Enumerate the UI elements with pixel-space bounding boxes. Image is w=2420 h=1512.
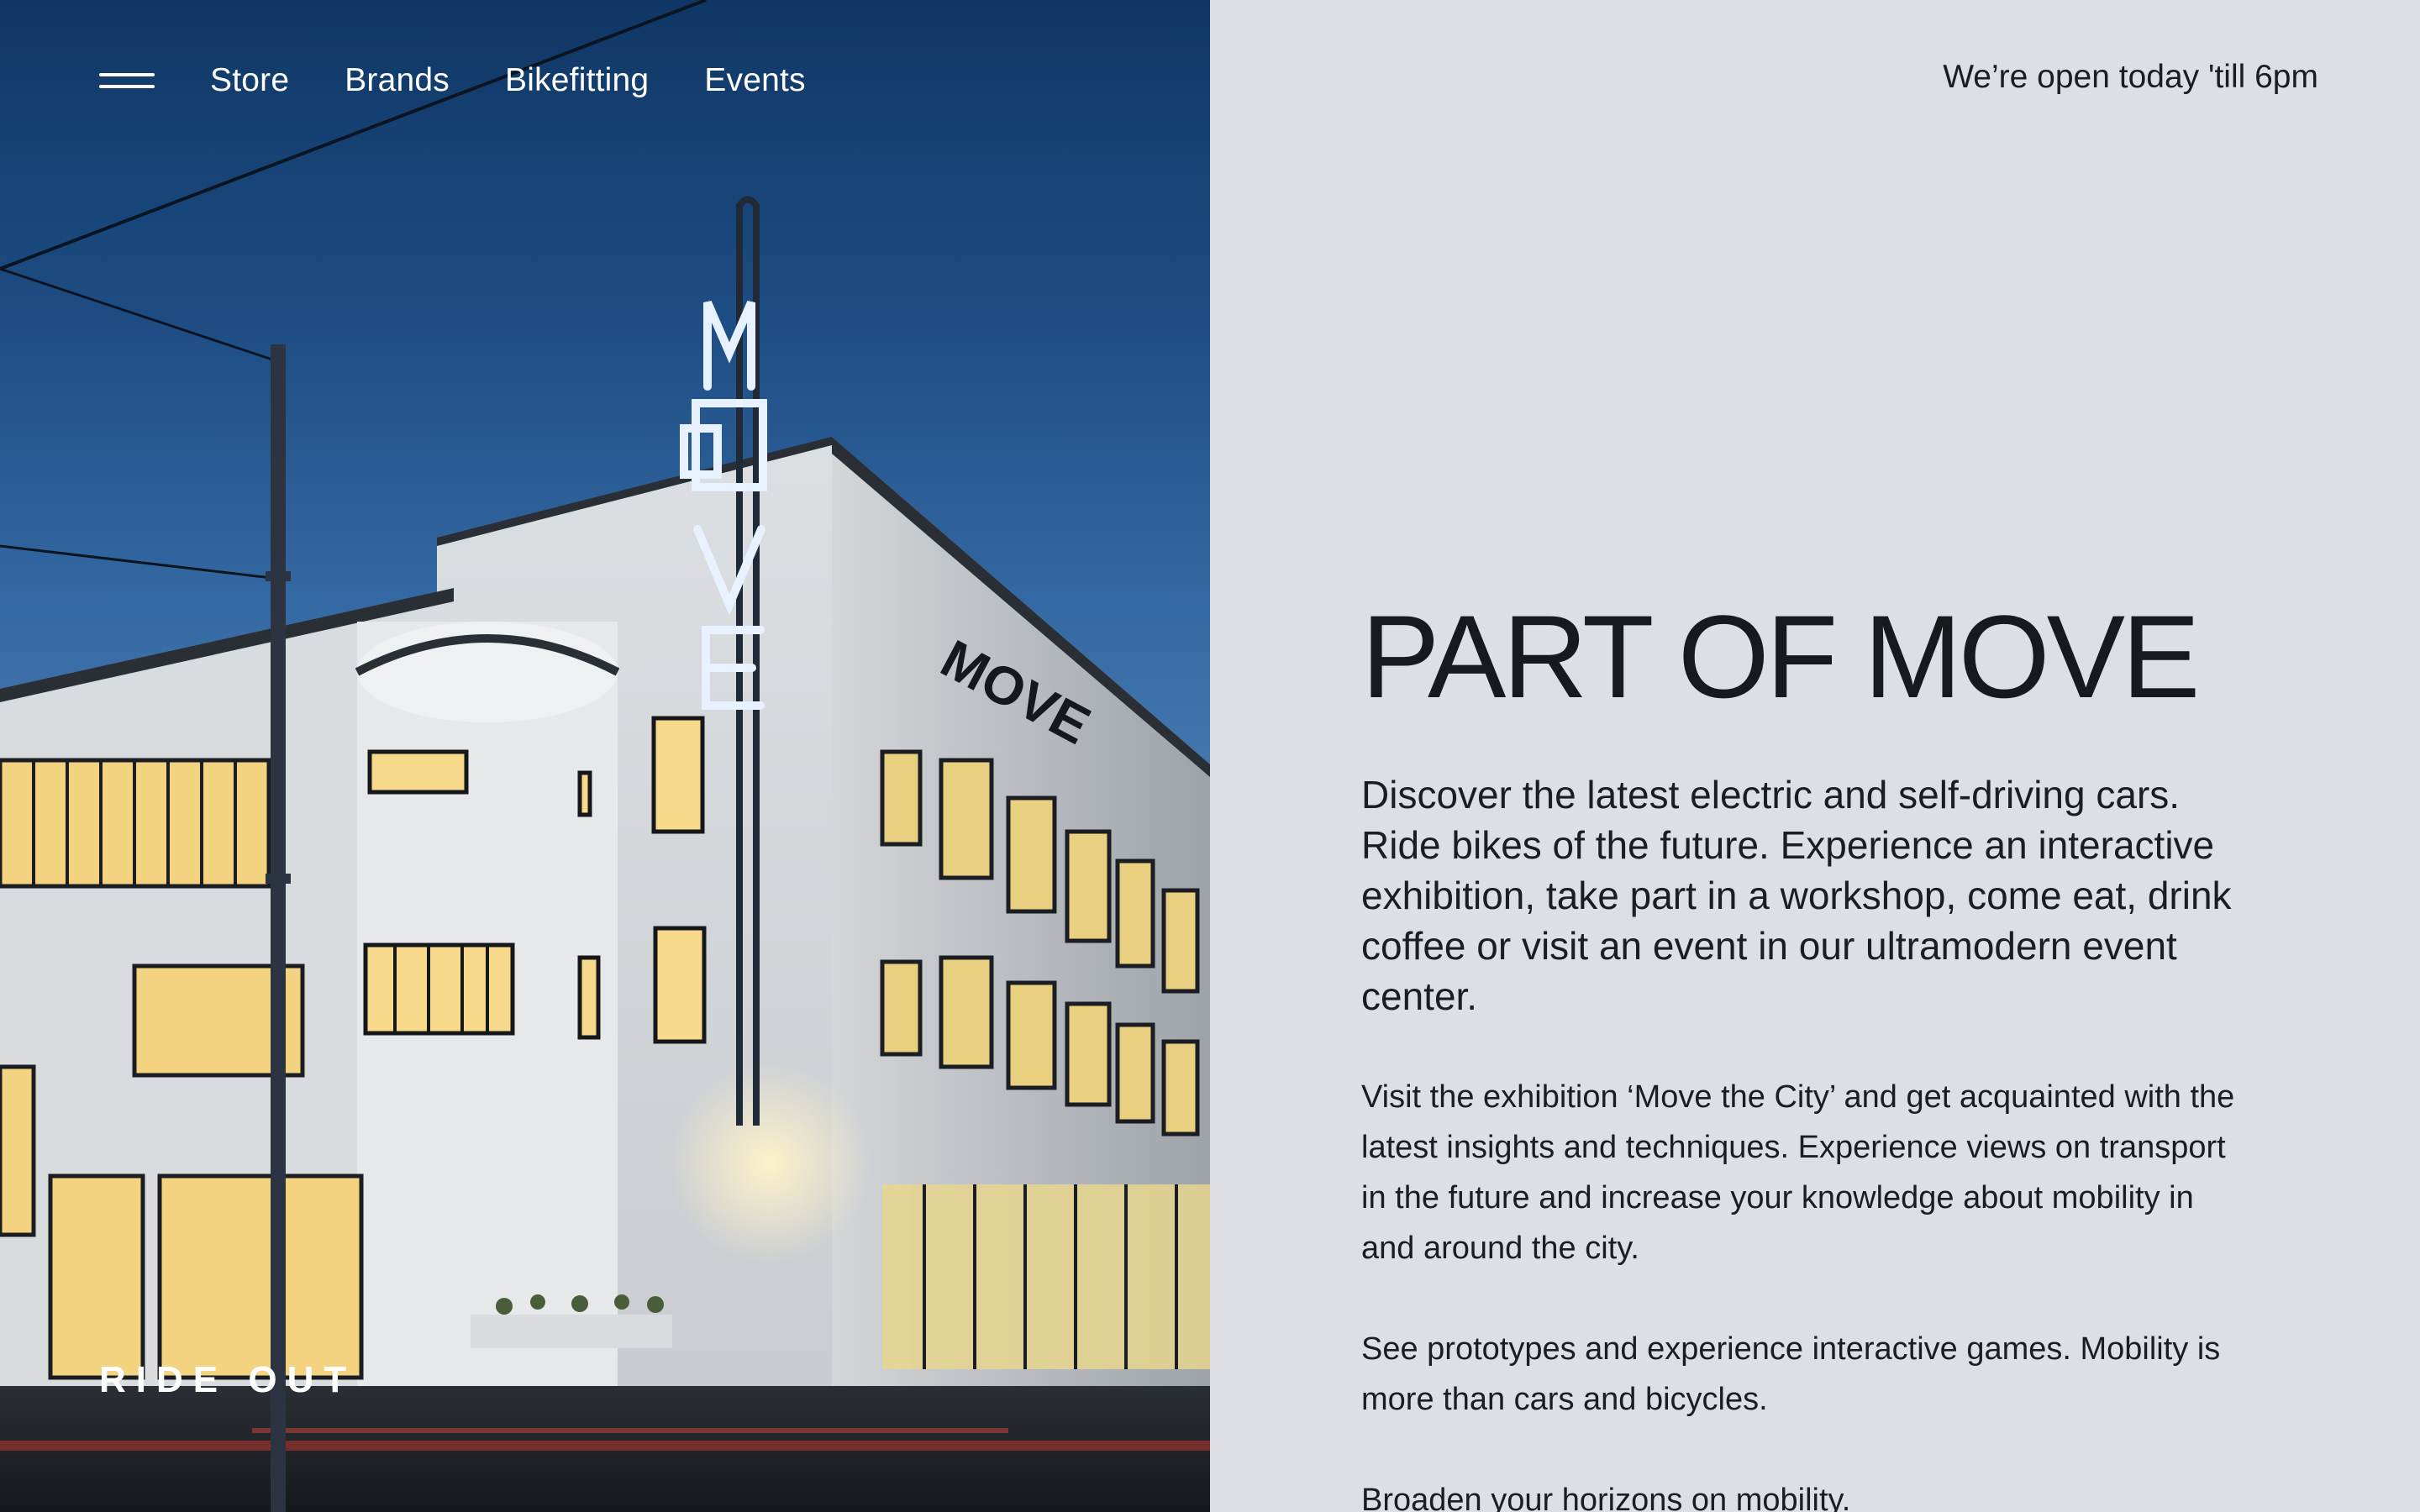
body-paragraph-exhibition: Visit the exhibition ‘Move the City’ and… bbox=[1361, 1079, 2235, 1266]
nav-link-brands[interactable]: Brands bbox=[345, 52, 450, 109]
neon-sign bbox=[680, 301, 767, 710]
body-paragraph-horizons: Broaden your horizons on mobility. bbox=[1361, 1483, 1851, 1512]
ride-out-link[interactable]: RIDE OUT bbox=[99, 1359, 356, 1401]
main-navigation: Store Brands Bikefitting Events bbox=[99, 52, 861, 109]
page: MOVE Store Brands Bikefitting Events RID… bbox=[0, 0, 2420, 1512]
body-paragraph-prototypes: See prototypes and experience interactiv… bbox=[1361, 1331, 2221, 1417]
nav-link-bikefitting[interactable]: Bikefitting bbox=[505, 52, 649, 109]
intro-paragraph: Discover the latest electric and self-dr… bbox=[1361, 773, 2232, 1018]
content-panel: We’re open today 'till 6pm PART OF MOVE … bbox=[1210, 0, 2420, 1512]
hero-image-panel: MOVE Store Brands Bikefitting Events RID… bbox=[0, 0, 1210, 1512]
page-title: PART OF MOVE bbox=[1361, 591, 2200, 722]
hamburger-menu-icon[interactable] bbox=[99, 68, 155, 93]
nav-link-events[interactable]: Events bbox=[704, 52, 805, 109]
opening-hours: We’re open today 'till 6pm bbox=[1943, 59, 2318, 95]
hero-photo: MOVE bbox=[0, 0, 1210, 1512]
nav-link-store[interactable]: Store bbox=[210, 52, 289, 109]
